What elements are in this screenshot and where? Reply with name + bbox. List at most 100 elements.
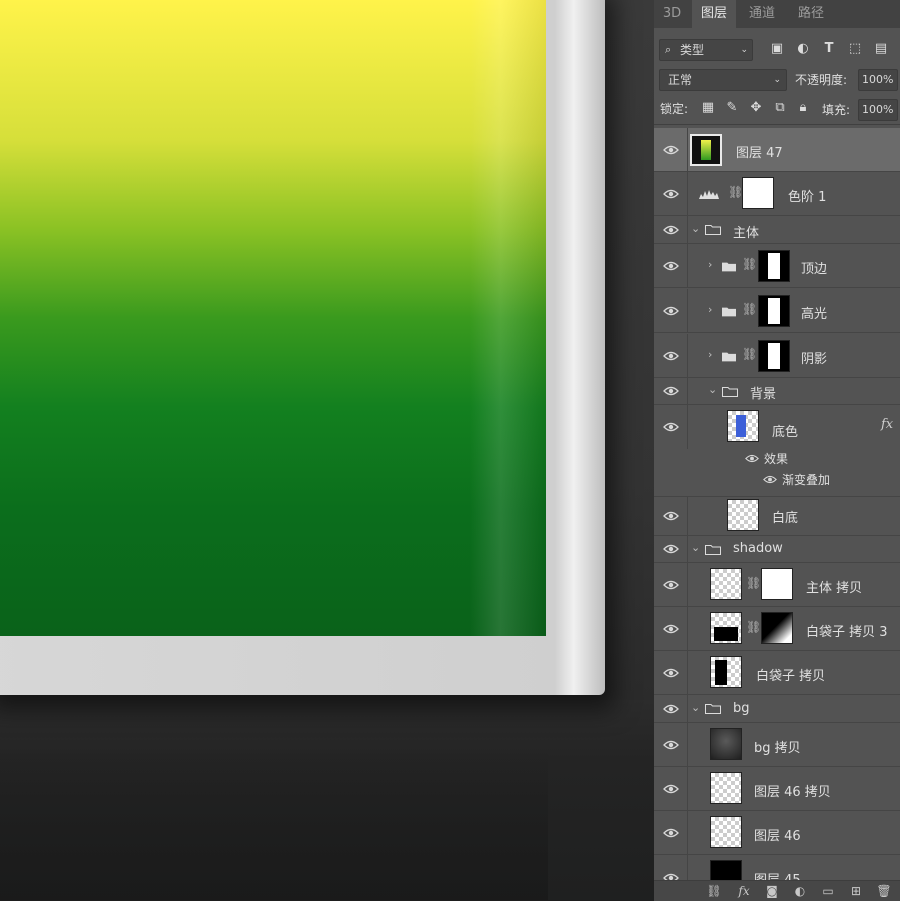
tab-layers[interactable]: 图层 <box>692 0 736 28</box>
lock-pixels-icon[interactable]: ✎ <box>723 99 741 117</box>
layer-row[interactable]: 图层 45 <box>654 855 900 880</box>
visibility-toggle[interactable] <box>654 607 688 650</box>
filter-pixel-icon[interactable]: ▣ <box>768 40 786 58</box>
layer-name: 图层 45 <box>754 869 801 880</box>
folder-icon <box>722 307 736 317</box>
visibility-toggle[interactable] <box>654 216 688 243</box>
visibility-toggle[interactable] <box>654 811 688 854</box>
chevron-down-icon[interactable]: ⌄ <box>708 383 717 396</box>
tab-3d[interactable]: 3D <box>654 0 690 28</box>
opacity-input[interactable]: 100% <box>858 69 898 91</box>
eye-icon <box>663 828 679 837</box>
layers-bottom-bar: ⛓ fx ◙ ◐ ▭ ⊞ 🗑︎ <box>654 880 900 901</box>
layer-row[interactable]: 白袋子 拷贝 <box>654 651 900 695</box>
eye-icon <box>663 580 679 589</box>
link-icon[interactable]: ⛓ <box>742 347 757 361</box>
layer-thumbnail <box>710 656 742 688</box>
layer-group-row[interactable]: › ⛓ 阴影 <box>654 334 900 378</box>
layer-row[interactable]: ⛓ 主体 拷贝 <box>654 563 900 607</box>
visibility-toggle[interactable] <box>654 244 688 287</box>
filter-smart-object-icon[interactable]: ▤ <box>872 40 890 58</box>
adjustment-icon[interactable]: ◐ <box>792 883 808 899</box>
layer-group-row[interactable]: › ⛓ 高光 <box>654 289 900 333</box>
visibility-toggle[interactable] <box>654 536 688 562</box>
folder-icon <box>722 352 736 362</box>
layer-group-row[interactable]: ⌄ 背景 <box>654 378 900 405</box>
layer-row[interactable]: bg 拷贝 <box>654 723 900 767</box>
filter-type-icon[interactable]: T <box>820 40 838 58</box>
layer-name: 图层 46 <box>754 829 801 844</box>
layer-mask-thumbnail[interactable] <box>761 568 793 600</box>
visibility-toggle[interactable] <box>654 651 688 694</box>
visibility-toggle[interactable] <box>654 767 688 810</box>
blend-mode-select[interactable]: 正常 ⌄ <box>659 69 787 91</box>
eye-icon[interactable] <box>745 454 759 463</box>
link-layers-icon[interactable]: ⛓ <box>706 883 722 899</box>
layer-group-row[interactable]: ⌄ shadow <box>654 536 900 563</box>
layer-group-row[interactable]: › ⛓ 顶边 <box>654 244 900 288</box>
effect-gradient-overlay[interactable]: 渐变叠加 <box>782 471 830 488</box>
chevron-right-icon[interactable]: › <box>708 303 712 316</box>
layer-group-row[interactable]: ⌄ bg <box>654 695 900 723</box>
fx-icon[interactable]: fx <box>881 417 893 432</box>
tab-paths[interactable]: 路径 <box>788 0 834 28</box>
link-icon[interactable]: ⛓ <box>746 620 761 634</box>
visibility-toggle[interactable] <box>654 405 688 449</box>
layer-row[interactable]: 图层 46 拷贝 <box>654 767 900 811</box>
chevron-down-icon[interactable]: ⌄ <box>691 222 700 235</box>
lock-transparent-icon[interactable]: ▦ <box>699 99 717 117</box>
chevron-right-icon[interactable]: › <box>708 348 712 361</box>
layer-mask-thumbnail[interactable] <box>758 340 790 372</box>
layer-mask-thumbnail[interactable] <box>761 612 793 644</box>
new-group-icon[interactable]: ▭ <box>820 883 836 899</box>
link-icon[interactable]: ⛓ <box>728 185 743 199</box>
visibility-toggle[interactable] <box>654 695 688 722</box>
trash-icon[interactable]: 🗑︎ <box>876 883 892 899</box>
eye-icon[interactable] <box>763 475 777 484</box>
chevron-down-icon[interactable]: ⌄ <box>691 541 700 554</box>
layer-row[interactable]: ⛓ 白袋子 拷贝 3 <box>654 607 900 651</box>
chevron-right-icon[interactable]: › <box>708 258 712 271</box>
visibility-toggle[interactable] <box>654 128 688 171</box>
visibility-toggle[interactable] <box>654 563 688 606</box>
lock-artboard-icon[interactable]: ⧉ <box>771 99 789 117</box>
layer-thumbnail <box>710 612 742 644</box>
tab-channels[interactable]: 通道 <box>740 0 784 28</box>
fx-icon[interactable]: fx <box>736 883 752 899</box>
link-icon[interactable]: ⛓ <box>746 576 761 590</box>
layer-group-row[interactable]: ⌄ 主体 <box>654 216 900 244</box>
visibility-toggle[interactable] <box>654 378 688 404</box>
visibility-toggle[interactable] <box>654 289 688 332</box>
layer-mask-thumbnail[interactable] <box>758 295 790 327</box>
eye-icon <box>663 145 679 154</box>
new-layer-icon[interactable]: ⊞ <box>848 883 864 899</box>
bag-artwork-gradient <box>0 0 546 636</box>
fill-input[interactable]: 100% <box>858 99 898 121</box>
layer-row[interactable]: 图层 47 <box>654 128 900 172</box>
visibility-toggle[interactable] <box>654 497 688 535</box>
lock-all-icon[interactable]: 🔒︎ <box>794 99 812 117</box>
filter-shape-icon[interactable]: ⬚ <box>846 40 864 58</box>
document-canvas[interactable] <box>0 0 654 900</box>
filter-adjustment-icon[interactable]: ◐ <box>794 40 812 58</box>
artwork-edge-shade <box>470 0 546 636</box>
layer-mask-thumbnail[interactable] <box>758 250 790 282</box>
visibility-toggle[interactable] <box>654 855 688 880</box>
layer-row[interactable]: ⛓ 色阶 1 <box>654 172 900 216</box>
lock-position-icon[interactable]: ✥ <box>747 99 765 117</box>
mask-icon[interactable]: ◙ <box>764 883 780 899</box>
visibility-toggle[interactable] <box>654 172 688 215</box>
layer-mask-thumbnail[interactable] <box>742 177 774 209</box>
lock-label: 锁定: <box>660 102 689 116</box>
layer-row[interactable]: 图层 46 <box>654 811 900 855</box>
layer-row[interactable]: 白底 <box>654 497 900 536</box>
layer-thumbnail <box>710 568 742 600</box>
fill-label: 填充: <box>822 103 851 117</box>
layer-filter-select[interactable]: ⌕ 类型 ⌄ <box>659 39 753 61</box>
link-icon[interactable]: ⛓ <box>742 257 757 271</box>
visibility-toggle[interactable] <box>654 334 688 377</box>
chevron-down-icon[interactable]: ⌄ <box>691 701 700 714</box>
layer-row[interactable]: 底色 fx 效果 渐变叠加 <box>654 405 900 497</box>
link-icon[interactable]: ⛓ <box>742 302 757 316</box>
visibility-toggle[interactable] <box>654 723 688 766</box>
